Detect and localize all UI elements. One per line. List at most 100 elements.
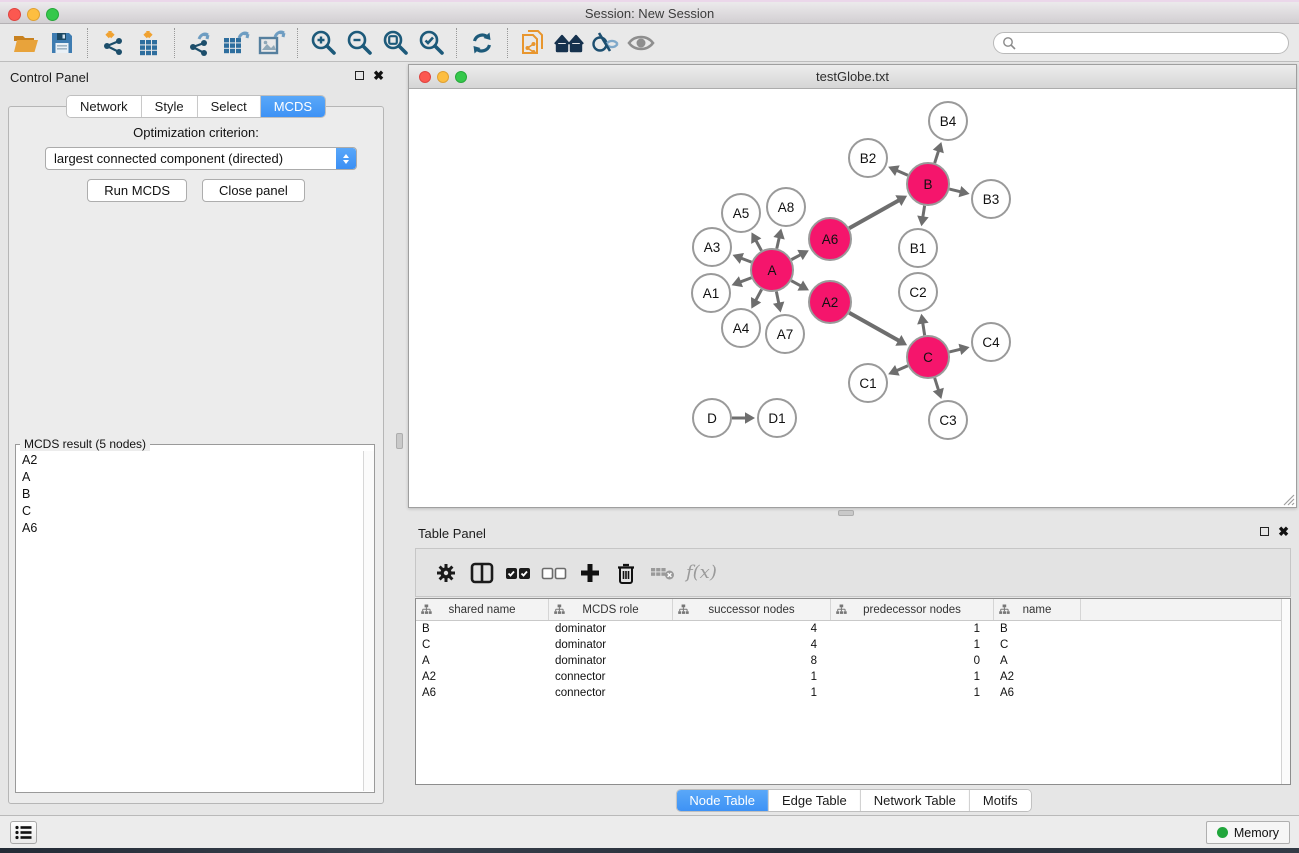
export-table-button[interactable] [218,27,254,59]
graph-edge-A-A2[interactable] [791,280,809,290]
graph-edge-C-C1[interactable] [888,365,908,376]
close-panel-button[interactable]: Close panel [202,179,305,202]
graph-node-D1[interactable]: D1 [758,399,796,437]
table-row[interactable]: Cdominator41C [416,637,1290,653]
search-input[interactable] [1021,36,1280,50]
export-network-button[interactable] [182,27,218,59]
table-cell[interactable]: A [994,655,1081,667]
refresh-button[interactable] [464,27,500,59]
graph-node-A4[interactable]: A4 [722,309,760,347]
table-cell[interactable]: 1 [831,671,994,683]
resize-grip-icon[interactable] [1282,493,1295,506]
table-cell[interactable]: 4 [673,639,831,651]
graph-node-B3[interactable]: B3 [972,180,1010,218]
float-table-panel-icon[interactable] [1260,527,1269,536]
function-builder-button[interactable]: f(x) [686,562,717,583]
tab-style[interactable]: Style [142,96,198,117]
mcds-result-item[interactable]: C [17,502,363,519]
show-columns-button[interactable] [464,556,500,590]
tab-edge-table[interactable]: Edge Table [769,790,861,811]
graph-node-A5[interactable]: A5 [722,194,760,232]
delete-columns-button[interactable] [608,556,644,590]
graph-edge-A-A8[interactable] [773,228,784,248]
zoom-out-button[interactable] [341,27,377,59]
float-panel-icon[interactable] [355,71,364,80]
table-cell[interactable]: C [416,639,549,651]
table-cell[interactable]: connector [549,671,673,683]
horizontal-splitter-handle[interactable] [838,510,854,516]
zoom-selected-button[interactable] [413,27,449,59]
column-header[interactable]: name [994,599,1081,620]
table-scrollbar[interactable] [1281,599,1290,784]
graph-node-B1[interactable]: B1 [899,229,937,267]
network-window-titlebar[interactable]: testGlobe.txt [409,65,1296,89]
close-panel-icon[interactable]: ✖ [373,71,384,80]
table-row[interactable]: A2connector11A2 [416,669,1290,685]
create-column-button[interactable] [572,556,608,590]
result-scrollbar[interactable] [363,451,374,791]
table-cell[interactable]: 0 [831,655,994,667]
mcds-result-list[interactable]: A2ABCA6 [17,451,363,791]
table-cell[interactable]: B [416,623,549,635]
table-cell[interactable]: A6 [416,687,549,699]
graph-edge-A-A3[interactable] [733,253,752,264]
mcds-result-item[interactable]: A6 [17,519,363,536]
mcds-result-item[interactable]: A2 [17,451,363,468]
table-cell[interactable]: A2 [994,671,1081,683]
zoom-fit-button[interactable] [377,27,413,59]
column-header[interactable]: predecessor nodes [831,599,994,620]
tab-network-table[interactable]: Network Table [861,790,970,811]
zoom-in-button[interactable] [305,27,341,59]
task-history-button[interactable] [10,821,37,844]
destroy-table-button[interactable] [644,556,680,590]
show-hide-button[interactable] [623,27,659,59]
graph-edge-C-C4[interactable] [949,344,969,355]
table-cell[interactable]: A [416,655,549,667]
import-network-button[interactable] [95,27,131,59]
graph-edge-A-A7[interactable] [773,292,784,313]
hide-glasses-button[interactable] [587,27,623,59]
tab-node-table[interactable]: Node Table [676,790,769,811]
table-cell[interactable]: A6 [994,687,1081,699]
graph-edge-A-A5[interactable] [751,232,761,250]
graph-node-C3[interactable]: C3 [929,401,967,439]
save-session-button[interactable] [44,27,80,59]
graph-node-C2[interactable]: C2 [899,273,937,311]
table-settings-button[interactable] [428,556,464,590]
tab-select[interactable]: Select [198,96,261,117]
mcds-result-item[interactable]: A [17,468,363,485]
graph-edge-C-C3[interactable] [933,378,944,399]
graph-node-A6[interactable]: A6 [809,218,851,260]
table-row[interactable]: Bdominator41B [416,621,1290,637]
mcds-result-item[interactable]: B [17,485,363,502]
graph-edge-A6-B[interactable] [849,195,907,228]
graph-node-A3[interactable]: A3 [693,228,731,266]
column-header[interactable]: MCDS role [549,599,673,620]
table-row[interactable]: Adominator80A [416,653,1290,669]
table-cell[interactable]: 1 [673,671,831,683]
table-cell[interactable]: dominator [549,639,673,651]
graph-edge-B-B2[interactable] [888,165,908,176]
select-all-rows-button[interactable] [500,556,536,590]
table-cell[interactable]: 1 [831,623,994,635]
graph-node-B[interactable]: B [907,163,949,205]
graph-node-B4[interactable]: B4 [929,102,967,140]
table-cell[interactable]: C [994,639,1081,651]
criterion-dropdown[interactable]: largest connected component (directed) [45,147,357,170]
table-row[interactable]: A6connector11A6 [416,685,1290,701]
table-cell[interactable]: 8 [673,655,831,667]
deselect-all-rows-button[interactable] [536,556,572,590]
vertical-splitter-handle[interactable] [396,433,403,449]
graph-node-A7[interactable]: A7 [766,315,804,353]
graph-edge-D-D1[interactable] [732,412,755,424]
graph-edge-A2-C[interactable] [849,313,907,346]
table-cell[interactable]: dominator [549,623,673,635]
home-button[interactable] [551,27,587,59]
graph-node-A1[interactable]: A1 [692,274,730,312]
graph-edge-A-A6[interactable] [791,250,808,260]
export-image-button[interactable] [254,27,290,59]
network-canvas[interactable]: B4B2BB3A5A8A6B1A3AC2A1A2A4A7C4CC1C3DD1 [409,89,1296,507]
table-cell[interactable]: 4 [673,623,831,635]
open-session-button[interactable] [8,27,44,59]
graph-node-A[interactable]: A [751,249,793,291]
